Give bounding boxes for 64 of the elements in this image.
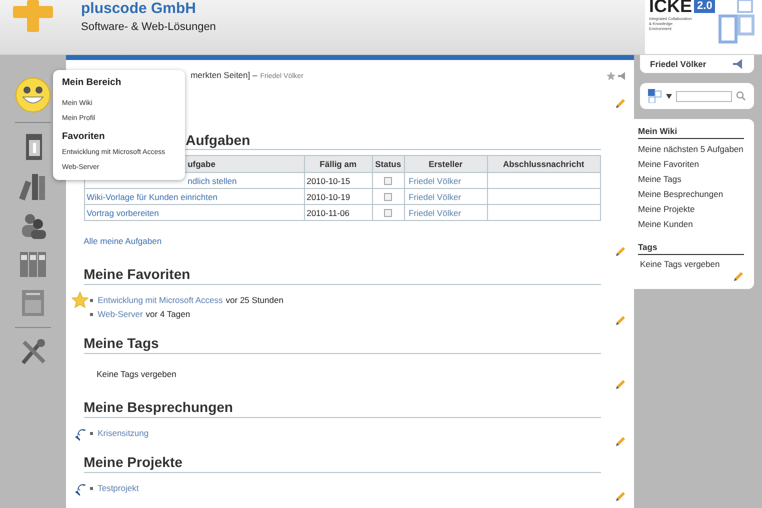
item-link[interactable]: Testprojekt [98,482,139,495]
due-date: 2010-11-06 [306,208,350,218]
wiki-nav-link[interactable]: Meine Favoriten [638,156,744,172]
binders-icon[interactable] [18,249,48,279]
pencil-icon[interactable] [614,490,626,502]
pencil-icon[interactable] [614,246,626,258]
item-link[interactable]: Krisensitzung [98,427,149,440]
wiki-nav-link[interactable]: Meine Besprechungen [638,186,744,202]
plus-logo-icon [13,0,53,32]
version-badge: 2.0 [694,0,716,12]
popup-heading: Favoriten [62,130,106,144]
favorite-time: vor 25 Stunden [226,294,284,307]
speaker-icon[interactable] [732,59,744,69]
due-date: 2010-10-15 [306,176,350,186]
user-name: Friedel Völker [650,58,706,70]
bullet-icon [90,487,93,490]
favorite-time: vor 4 Tagen [146,308,190,320]
all-tasks-link[interactable]: Alle meine Aufgaben [84,236,162,246]
empty-tags-text: Keine Tags vergeben [639,258,721,270]
star-icon [70,291,89,309]
column-header: Ersteller [404,156,488,172]
task-link[interactable]: ndlich stellen [188,176,237,186]
squares-logo-icon [718,0,756,44]
pencil-icon[interactable] [732,271,744,284]
dropdown-caret-icon[interactable] [666,94,672,98]
empty-tags-text: Keine Tags vergeben [96,368,176,378]
bullet-icon [90,298,93,302]
company-name: pluscode GmbH [81,1,198,17]
section-heading: Meine Besprechungen [84,398,234,416]
squares-logo-icon[interactable] [648,89,662,103]
books-icon[interactable] [18,171,48,201]
star-icon[interactable] [606,71,616,81]
status-checkbox[interactable] [384,209,392,218]
pencil-icon[interactable] [614,314,626,326]
pencil-icon[interactable] [614,436,626,448]
column-header: Status [372,156,404,172]
pencil-icon[interactable] [614,98,626,110]
wiki-nav-link[interactable]: Meine Projekte [638,202,744,217]
section-heading: Meine Projekte [84,454,184,470]
bullet-icon [90,312,93,316]
column-header: Fällig am [304,156,372,172]
bullet-icon [90,432,93,436]
popup-heading: Mein Bereich [62,76,122,90]
tags-heading: Tags [638,242,658,252]
speaker-icon[interactable] [616,71,627,81]
wiki-nav-link[interactable]: Meine Tags [638,172,744,187]
search-field[interactable] [676,90,732,102]
favorite-link[interactable]: Web-Server [98,308,143,320]
section-heading: Aufgaben [186,132,252,149]
column-header: Abschlussnachricht [487,156,600,172]
breadcrumb-text: merkten Seiten] – [190,69,258,82]
pencil-icon[interactable] [614,378,626,390]
smiley-avatar-icon[interactable] [14,77,51,113]
section-heading: Meine Favoriten [84,266,192,283]
search-icon[interactable] [736,91,746,101]
due-date: 2010-10-19 [306,192,350,202]
company-tagline: Software- & Web-Lösungen [81,20,217,35]
favorite-link[interactable]: Entwicklung mit Microsoft Access [98,294,223,307]
wiki-heading: Mein Wiki [638,126,678,136]
section-heading: Meine Tags [84,334,160,352]
wiki-nav-link[interactable]: Meine nächsten 5 Aufgaben [638,142,744,157]
status-checkbox[interactable] [384,193,392,202]
status-checkbox[interactable] [384,177,392,186]
wiki-nav-link[interactable]: Meine Kunden [638,216,744,232]
